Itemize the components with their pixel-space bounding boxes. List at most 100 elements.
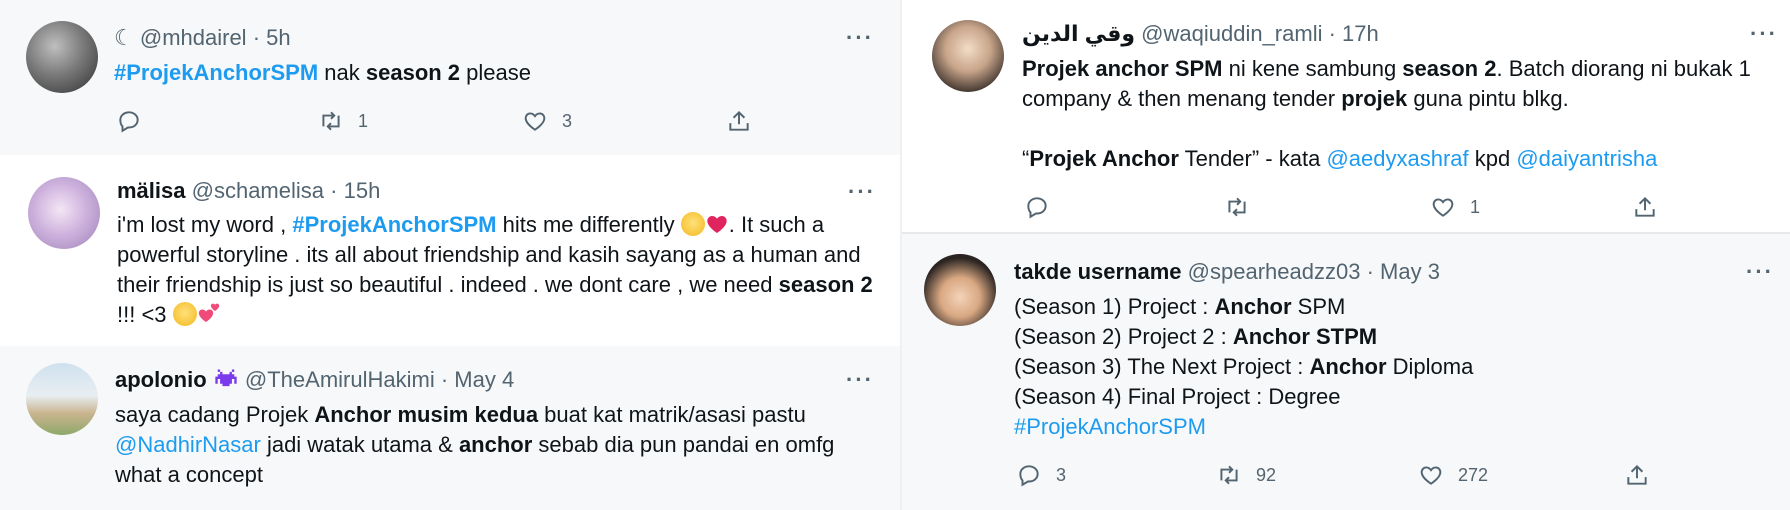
share-button[interactable]: [1632, 194, 1658, 220]
avatar[interactable]: [924, 254, 996, 326]
loudly-crying-face-emoji-icon: [172, 302, 197, 326]
highlighted-text: Anchor: [1309, 354, 1387, 379]
more-options-button[interactable]: ···: [846, 369, 874, 391]
reply-count: 3: [1056, 464, 1067, 485]
tweet-time[interactable]: May 4: [454, 367, 514, 392]
like-button[interactable]: 1: [1430, 194, 1480, 220]
tweet-handle[interactable]: @spearheadzz03: [1188, 259, 1361, 284]
highlighted-text: Projek Anchor: [1029, 146, 1179, 171]
avatar[interactable]: [932, 20, 1004, 92]
text-segment: i'm lost my word ,: [117, 212, 293, 237]
like-count: 1: [1470, 196, 1481, 217]
text-segment: please: [460, 60, 531, 85]
hashtag-link[interactable]: #ProjekAnchorSPM: [1014, 414, 1206, 439]
share-button[interactable]: [726, 108, 752, 134]
tweet-handle[interactable]: @TheAmirulHakimi: [245, 367, 435, 392]
reply-button[interactable]: 3: [1016, 462, 1066, 488]
face-holding-back-tears-emoji-icon: [680, 212, 705, 236]
tweet-handle[interactable]: @waqiuddin_ramli: [1141, 21, 1322, 46]
text-segment: SPM: [1291, 294, 1346, 319]
tweet-text: #ProjekAnchorSPM nak season 2 please: [114, 58, 874, 88]
like-button[interactable]: 272: [1418, 462, 1488, 488]
red-heart-emoji-icon: [705, 212, 729, 236]
more-options-button[interactable]: ···: [1746, 261, 1774, 283]
heart-icon: [524, 112, 546, 131]
tweet-author-name[interactable]: mälisa: [117, 178, 186, 203]
avatar[interactable]: [26, 21, 98, 93]
more-options-button[interactable]: ···: [846, 27, 874, 49]
mention-link[interactable]: @aedyxashraf: [1326, 146, 1468, 171]
reply-button[interactable]: [116, 108, 142, 134]
tweet-header: takde username @spearheadzz03 · May 3: [1014, 258, 1440, 286]
text-segment: buat kat matrik/asasi pastu: [538, 402, 806, 427]
like-count: 3: [562, 110, 573, 131]
text-segment: (Season 4) Final Project : Degree: [1014, 384, 1341, 409]
reply-icon: [119, 111, 139, 133]
text-segment: kpd: [1468, 146, 1517, 171]
retweet-icon: [322, 111, 340, 131]
tweet-card[interactable]: mälisa @schamelisa · 15h ··· i'm lost my…: [0, 160, 900, 342]
more-options-button[interactable]: ···: [848, 181, 876, 203]
text-segment: guna pintu blkg.: [1407, 86, 1569, 111]
heart-icon: [1432, 198, 1454, 217]
separator-dot: ·: [252, 25, 267, 50]
mention-link[interactable]: @daiyantrisha: [1516, 146, 1657, 171]
retweet-count: 1: [358, 110, 369, 131]
tweet-header: mälisa @schamelisa · 15h: [117, 177, 380, 205]
reply-icon: [1019, 465, 1039, 487]
tweet-card[interactable]: takde username @spearheadzz03 · May 3 ··…: [902, 234, 1790, 510]
highlighted-text: Anchor musim kedua: [314, 402, 539, 427]
highlighted-text: anchor: [458, 432, 533, 457]
share-icon: [1635, 196, 1655, 217]
highlighted-text: Anchor STPM: [1232, 324, 1378, 349]
tweet-card[interactable]: وقي الدين @waqiuddin_ramli · 17h ··· Pro…: [902, 0, 1790, 232]
tweet-time[interactable]: 17h: [1342, 21, 1379, 46]
tweet-author-name[interactable]: apolonio: [115, 367, 207, 392]
text-segment: (Season 1) Project :: [1014, 294, 1215, 319]
retweet-button[interactable]: 92: [1216, 462, 1276, 488]
highlighted-text: season 2: [778, 272, 873, 297]
tweet-card[interactable]: ☾ @mhdairel · 5h ··· #ProjekAnchorSPM na…: [0, 0, 900, 155]
like-button[interactable]: 3: [522, 108, 572, 134]
avatar[interactable]: [26, 363, 98, 435]
tweet-time[interactable]: 15h: [344, 178, 381, 203]
more-options-button[interactable]: ···: [1750, 23, 1778, 45]
heart-icon: [1420, 466, 1442, 485]
tweet-handle[interactable]: @schamelisa: [192, 178, 324, 203]
separator-dot: ·: [330, 178, 344, 203]
tweet-time[interactable]: 5h: [266, 25, 290, 50]
avatar[interactable]: [28, 177, 100, 249]
tweet-card[interactable]: apolonio @TheAmirulHakimi · May 4 ··· sa…: [0, 346, 900, 510]
two-hearts-emoji-icon: [197, 302, 221, 326]
retweet-button[interactable]: [1224, 194, 1250, 220]
retweet-count: 92: [1256, 464, 1277, 485]
retweet-icon: [1228, 197, 1246, 217]
separator-dot: ·: [1328, 21, 1343, 46]
separator-dot: ·: [1366, 259, 1381, 284]
text-segment: nak: [318, 60, 366, 85]
tweet-author-name[interactable]: takde username: [1014, 259, 1182, 284]
text-segment: Tender” - kata: [1178, 146, 1327, 171]
highlighted-text: Anchor: [1214, 294, 1292, 319]
hashtag-link[interactable]: #ProjekAnchorSPM: [114, 60, 318, 85]
tweet-header: apolonio @TheAmirulHakimi · May 4: [115, 366, 514, 394]
share-icon: [1627, 464, 1647, 485]
share-icon: [729, 110, 749, 131]
text-segment: Diploma: [1386, 354, 1474, 379]
retweet-button[interactable]: 1: [318, 108, 368, 134]
text-segment: jadi watak utama &: [260, 432, 459, 457]
hashtag-link[interactable]: #ProjekAnchorSPM: [292, 212, 496, 237]
mention-link[interactable]: @NadhirNasar: [115, 432, 261, 457]
tweet-author-name[interactable]: وقي الدين: [1022, 21, 1135, 46]
reply-button[interactable]: [1024, 194, 1050, 220]
text-segment: saya cadang Projek: [115, 402, 315, 427]
tweet-header: ☾ @mhdairel · 5h: [114, 24, 291, 52]
tweet-text: (Season 1) Project : Anchor SPM (Season 2…: [1014, 292, 1764, 442]
tweet-handle[interactable]: @mhdairel: [140, 25, 247, 50]
retweet-icon: [1220, 465, 1238, 485]
share-button[interactable]: [1624, 462, 1650, 488]
like-count: 272: [1458, 464, 1489, 485]
tweet-text: saya cadang Projek Anchor musim kedua bu…: [115, 400, 885, 490]
separator-dot: ·: [440, 367, 455, 392]
tweet-time[interactable]: May 3: [1380, 259, 1440, 284]
